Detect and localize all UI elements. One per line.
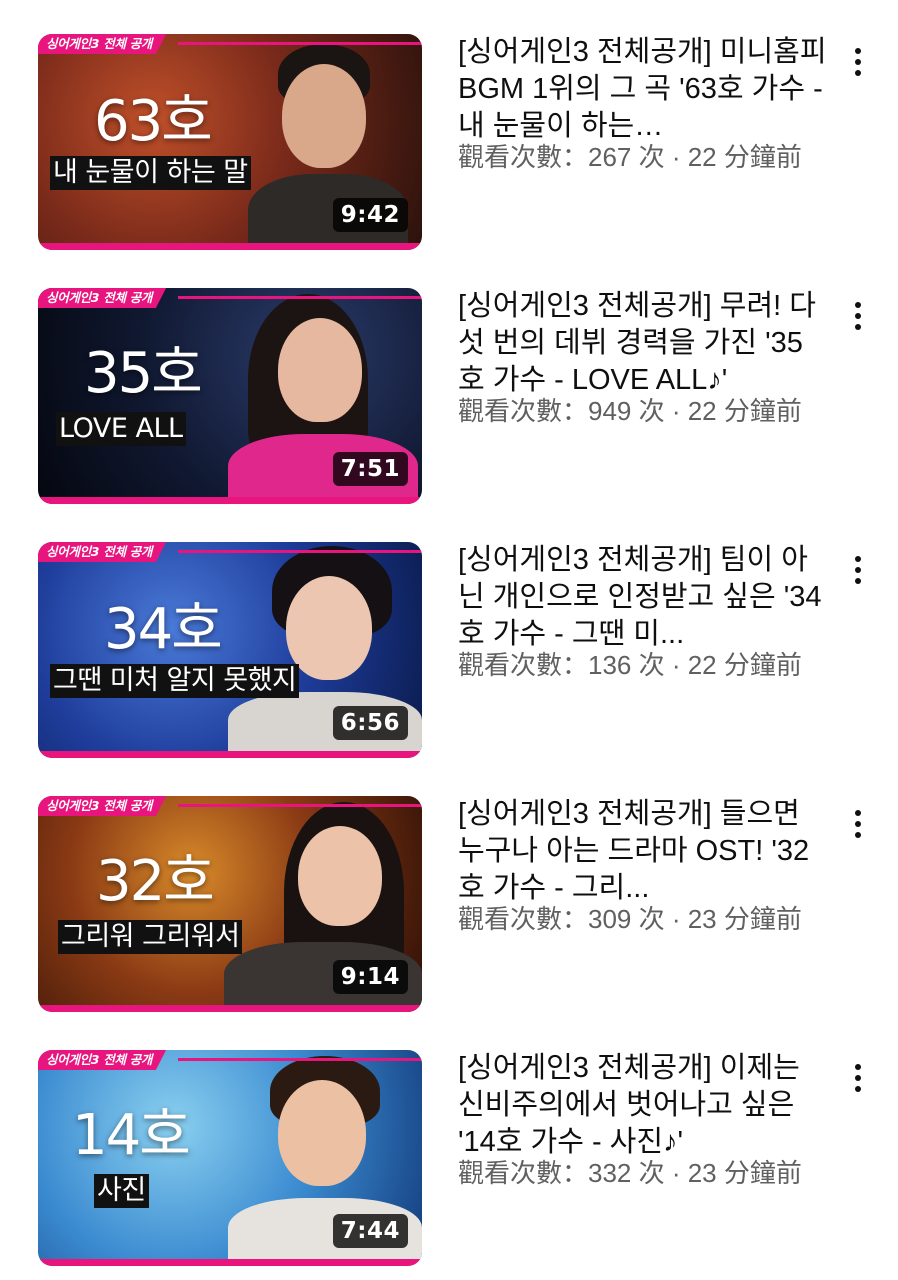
bottom-stripe: [38, 1005, 422, 1012]
brand-tag: 싱어게인3 전체 공개: [38, 288, 167, 308]
more-options-button[interactable]: [838, 296, 878, 336]
bottom-stripe: [38, 751, 422, 758]
song-caption: 그리워 그리워서: [58, 920, 243, 954]
brand-tag: 싱어게인3 전체 공개: [38, 34, 167, 54]
video-info[interactable]: [싱어게인3 전체공개] 무려! 다섯 번의 데뷔 경력을 가진 '35호 가수…: [458, 288, 828, 427]
duration-badge: 7:44: [332, 1214, 408, 1248]
video-thumbnail[interactable]: 싱어게인3 전체 공개 32호 그리워 그리워서 9:14: [38, 796, 422, 1012]
video-info[interactable]: [싱어게인3 전체공개] 미니홈피 BGM 1위의 그 곡 '63호 가수 - …: [458, 34, 828, 173]
more-options-button[interactable]: [838, 42, 878, 82]
video-item[interactable]: 싱어게인3 전체 공개 14호 사진 7:44 [싱어게인3 전체공개] 이제는…: [0, 1050, 898, 1266]
brand-stripe: [178, 804, 422, 807]
video-title[interactable]: [싱어게인3 전체공개] 이제는 신비주의에서 벗어나고 싶은 '14호 가수 …: [458, 1050, 828, 1161]
song-caption: 사진: [94, 1174, 149, 1208]
contestant-number: 34호: [104, 597, 223, 662]
song-caption: 내 눈물이 하는 말: [50, 156, 251, 190]
video-meta: 觀看次數：267 次 · 22 分鐘前: [458, 142, 802, 172]
more-options-button[interactable]: [838, 1058, 878, 1098]
duration-badge: 9:42: [332, 198, 408, 232]
video-info[interactable]: [싱어게인3 전체공개] 이제는 신비주의에서 벗어나고 싶은 '14호 가수 …: [458, 1050, 828, 1189]
bottom-stripe: [38, 243, 422, 250]
brand-tag: 싱어게인3 전체 공개: [38, 796, 167, 816]
video-title[interactable]: [싱어게인3 전체공개] 들으면 누구나 아는 드라마 OST! '32호 가수…: [458, 796, 828, 907]
video-info[interactable]: [싱어게인3 전체공개] 팀이 아닌 개인으로 인정받고 싶은 '34호 가수 …: [458, 542, 828, 681]
more-vert-icon: [855, 1064, 861, 1092]
brand-tag: 싱어게인3 전체 공개: [38, 1050, 167, 1070]
video-title[interactable]: [싱어게인3 전체공개] 미니홈피 BGM 1위의 그 곡 '63호 가수 - …: [458, 34, 828, 145]
more-options-button[interactable]: [838, 804, 878, 844]
video-meta: 觀看次數：332 次 · 23 分鐘前: [458, 1158, 802, 1188]
video-item[interactable]: 싱어게인3 전체 공개 34호 그땐 미처 알지 못했지 6:56 [싱어게인3…: [0, 542, 898, 758]
video-item[interactable]: 싱어게인3 전체 공개 35호 LOVE ALL 7:51 [싱어게인3 전체공…: [0, 288, 898, 504]
more-vert-icon: [855, 48, 861, 76]
contestant-number: 63호: [94, 89, 213, 154]
more-vert-icon: [855, 810, 861, 838]
brand-stripe: [178, 550, 422, 553]
more-options-button[interactable]: [838, 550, 878, 590]
more-vert-icon: [855, 302, 861, 330]
video-list: 싱어게인3 전체 공개 63호 내 눈물이 하는 말 9:42 [싱어게인3 전…: [0, 0, 898, 1280]
brand-tag: 싱어게인3 전체 공개: [38, 542, 167, 562]
video-item[interactable]: 싱어게인3 전체 공개 32호 그리워 그리워서 9:14 [싱어게인3 전체공…: [0, 796, 898, 1012]
song-caption: LOVE ALL: [56, 412, 186, 446]
more-vert-icon: [855, 556, 861, 584]
video-title[interactable]: [싱어게인3 전체공개] 팀이 아닌 개인으로 인정받고 싶은 '34호 가수 …: [458, 542, 828, 653]
video-title[interactable]: [싱어게인3 전체공개] 무려! 다섯 번의 데뷔 경력을 가진 '35호 가수…: [458, 288, 828, 399]
video-item[interactable]: 싱어게인3 전체 공개 63호 내 눈물이 하는 말 9:42 [싱어게인3 전…: [0, 34, 898, 250]
video-thumbnail[interactable]: 싱어게인3 전체 공개 14호 사진 7:44: [38, 1050, 422, 1266]
bottom-stripe: [38, 497, 422, 504]
video-meta: 觀看次數：949 次 · 22 分鐘前: [458, 396, 802, 426]
duration-badge: 6:56: [332, 706, 408, 740]
contestant-number: 32호: [96, 849, 215, 914]
song-caption: 그땐 미처 알지 못했지: [50, 664, 300, 698]
video-info[interactable]: [싱어게인3 전체공개] 들으면 누구나 아는 드라마 OST! '32호 가수…: [458, 796, 828, 935]
brand-stripe: [178, 42, 422, 45]
video-thumbnail[interactable]: 싱어게인3 전체 공개 35호 LOVE ALL 7:51: [38, 288, 422, 504]
duration-badge: 7:51: [332, 452, 408, 486]
video-thumbnail[interactable]: 싱어게인3 전체 공개 63호 내 눈물이 하는 말 9:42: [38, 34, 422, 250]
brand-stripe: [178, 296, 422, 299]
duration-badge: 9:14: [332, 960, 408, 994]
video-thumbnail[interactable]: 싱어게인3 전체 공개 34호 그땐 미처 알지 못했지 6:56: [38, 542, 422, 758]
contestant-number: 14호: [72, 1103, 191, 1168]
video-meta: 觀看次數：309 次 · 23 分鐘前: [458, 904, 802, 934]
video-meta: 觀看次數：136 次 · 22 分鐘前: [458, 650, 802, 680]
contestant-number: 35호: [84, 341, 203, 406]
brand-stripe: [178, 1058, 422, 1061]
bottom-stripe: [38, 1259, 422, 1266]
